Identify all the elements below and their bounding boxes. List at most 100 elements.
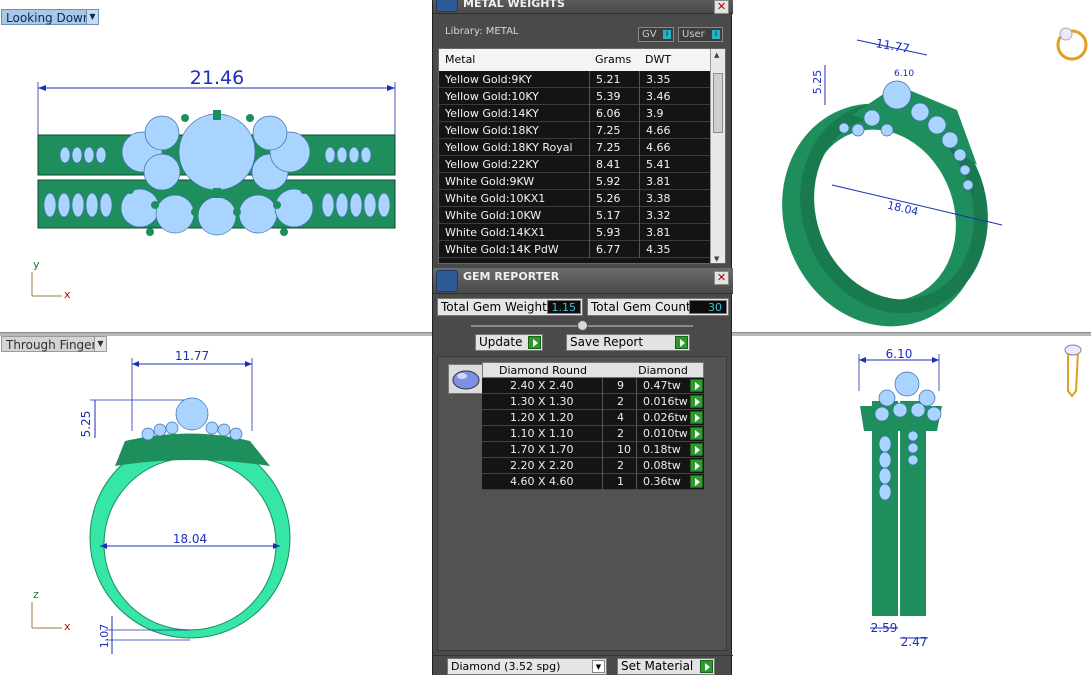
gem-weight: 0.026tw xyxy=(636,410,688,426)
chevron-down-icon[interactable]: ▼ xyxy=(592,660,605,673)
metal-name: Yellow Gold:18KY xyxy=(445,124,539,137)
close-icon[interactable]: ✕ xyxy=(714,271,729,285)
metal-dwt: 3.38 xyxy=(639,190,671,207)
play-icon[interactable] xyxy=(690,379,703,392)
viewport-perspective[interactable]: 11.77 5.25 6.10 18.04 xyxy=(732,0,1091,332)
chevron-down-icon[interactable]: ▼ xyxy=(86,10,98,24)
gem-table-header: Diamond Round Diamond xyxy=(482,362,704,378)
table-row[interactable]: Yellow Gold:18KY 7.25 4.66 xyxy=(439,122,711,139)
play-icon[interactable] xyxy=(690,475,703,488)
pendant-preview-icon[interactable] xyxy=(1064,344,1082,398)
divider xyxy=(433,655,733,656)
metal-name: White Gold:10KX1 xyxy=(445,192,546,205)
metal-dwt: 3.32 xyxy=(639,207,671,224)
metal-dwt: 4.35 xyxy=(639,241,671,258)
view-dropdown-looking-down[interactable]: Looking Down ▼ xyxy=(1,9,99,25)
viewport-through-finger[interactable]: 11.77 5.25 18.04 1.07 z x Through Finger… xyxy=(0,336,432,675)
size-slider-handle[interactable] xyxy=(577,320,588,331)
gem-count: 2 xyxy=(602,458,636,474)
table-row[interactable]: Yellow Gold:9KY 5.21 3.35 xyxy=(439,71,711,88)
dim-width-label: 21.46 xyxy=(190,67,244,89)
set-material-button[interactable]: Set Material xyxy=(617,658,715,675)
gem-reporter-title: GEM REPORTER xyxy=(463,270,560,283)
metal-name: White Gold:9KW xyxy=(445,175,535,188)
table-row[interactable]: Yellow Gold:14KY 6.06 3.9 xyxy=(439,105,711,122)
metal-weights-header[interactable]: METAL WEIGHTS ✕ xyxy=(433,0,733,14)
view-label-text-2: Through Finger xyxy=(6,338,97,352)
close-icon[interactable]: ✕ xyxy=(714,0,729,14)
metal-weights-title: METAL WEIGHTS xyxy=(463,0,565,10)
dim-band-b: 2.47 xyxy=(901,635,928,649)
gem-reporter-header[interactable]: GEM REPORTER ✕ xyxy=(433,268,733,294)
metal-table-scrollbar[interactable]: ▲ ▼ xyxy=(710,49,725,263)
scroll-thumb[interactable] xyxy=(713,73,723,133)
table-row[interactable]: White Gold:10KW 5.17 3.32 xyxy=(439,207,711,224)
play-icon[interactable] xyxy=(690,443,703,456)
material-select-value: Diamond (3.52 spg) xyxy=(451,660,561,673)
table-row[interactable]: 1.20 X 1.20 4 0.026tw xyxy=(482,410,704,426)
metal-grams: 7.25 xyxy=(589,122,621,139)
viewport-looking-down[interactable]: 21.46 y x Looking Down ▼ xyxy=(0,0,432,332)
save-report-button[interactable]: Save Report xyxy=(566,334,690,351)
metal-name: Yellow Gold:22KY xyxy=(445,158,539,171)
col-metal: Metal xyxy=(445,53,476,66)
gem-count: 2 xyxy=(602,426,636,442)
dim-perspective-head: 6.10 xyxy=(894,69,914,79)
metal-grams: 8.41 xyxy=(589,156,621,173)
update-label: Update xyxy=(479,335,523,349)
table-row[interactable]: White Gold:14KX1 5.93 3.81 xyxy=(439,224,711,241)
ring-preview-icon[interactable] xyxy=(1056,27,1088,61)
side-panel: METAL WEIGHTS ✕ Library: METAL GV I User I… xyxy=(432,0,733,675)
table-row[interactable]: Yellow Gold:22KY 8.41 5.41 xyxy=(439,156,711,173)
play-icon[interactable] xyxy=(690,395,703,408)
gem-count: 2 xyxy=(602,394,636,410)
set-material-label: Set Material xyxy=(621,659,694,673)
dim-inner-label: 18.04 xyxy=(173,532,207,546)
table-row[interactable]: White Gold:14K PdW 6.77 4.35 xyxy=(439,241,711,258)
play-icon[interactable] xyxy=(690,427,703,440)
table-row[interactable]: Yellow Gold:10KY 5.39 3.46 xyxy=(439,88,711,105)
user-toggle[interactable]: User I xyxy=(678,27,723,42)
save-report-label: Save Report xyxy=(570,335,644,349)
axis-x-label: x xyxy=(64,288,71,301)
table-row[interactable]: White Gold:9KW 5.92 3.81 xyxy=(439,173,711,190)
metal-grams: 6.77 xyxy=(589,241,621,258)
metal-weights-table[interactable]: Metal Grams DWT Yellow Gold:9KY 5.21 3.35 Y… xyxy=(438,48,726,264)
viewport-side[interactable]: 6.10 2.59 2.47 xyxy=(732,336,1091,675)
gem-size: 1.70 X 1.70 xyxy=(510,443,574,456)
play-icon xyxy=(528,336,541,349)
total-gem-count-value: 30 xyxy=(689,300,727,314)
table-row[interactable]: 2.40 X 2.40 9 0.47tw xyxy=(482,378,704,394)
gv-toggle[interactable]: GV I xyxy=(638,27,674,42)
gv-indicator-icon: I xyxy=(663,30,671,39)
metal-name: Yellow Gold:10KY xyxy=(445,90,539,103)
library-label: Library: METAL xyxy=(445,26,519,37)
metal-dwt: 4.66 xyxy=(639,122,671,139)
update-button[interactable]: Update xyxy=(475,334,543,351)
play-icon[interactable] xyxy=(690,411,703,424)
material-select[interactable]: Diamond (3.52 spg) ▼ xyxy=(447,658,607,675)
view-dropdown-through-finger[interactable]: Through Finger ▼ xyxy=(1,336,107,352)
scroll-up-icon[interactable]: ▲ xyxy=(714,51,719,59)
scroll-down-icon[interactable]: ▼ xyxy=(714,255,719,263)
gem-weight: 0.47tw xyxy=(636,378,681,394)
metal-grams: 6.06 xyxy=(589,105,621,122)
gem-weight: 0.08tw xyxy=(636,458,681,474)
table-row[interactable]: 1.70 X 1.70 10 0.18tw xyxy=(482,442,704,458)
table-row[interactable]: Yellow Gold:18KY Royal 7.25 4.66 xyxy=(439,139,711,156)
table-row[interactable]: 4.60 X 4.60 1 0.36tw xyxy=(482,474,704,490)
play-icon[interactable] xyxy=(690,459,703,472)
table-row[interactable]: 2.20 X 2.20 2 0.08tw xyxy=(482,458,704,474)
table-row[interactable]: 1.30 X 1.30 2 0.016tw xyxy=(482,394,704,410)
table-row[interactable]: White Gold:10KX1 5.26 3.38 xyxy=(439,190,711,207)
diamond-round-icon[interactable] xyxy=(448,364,483,394)
dim-perspective-inner: 18.04 xyxy=(886,199,920,219)
gem-size: 2.40 X 2.40 xyxy=(510,379,574,392)
total-gem-weight-value: 1.15 xyxy=(547,300,581,314)
chevron-down-icon[interactable]: ▼ xyxy=(94,337,106,351)
dim-height-label: 5.25 xyxy=(79,411,93,438)
metal-grams: 5.39 xyxy=(589,88,621,105)
metal-grams: 7.25 xyxy=(589,139,621,156)
table-row[interactable]: 1.10 X 1.10 2 0.010tw xyxy=(482,426,704,442)
gv-label: GV xyxy=(642,29,657,40)
